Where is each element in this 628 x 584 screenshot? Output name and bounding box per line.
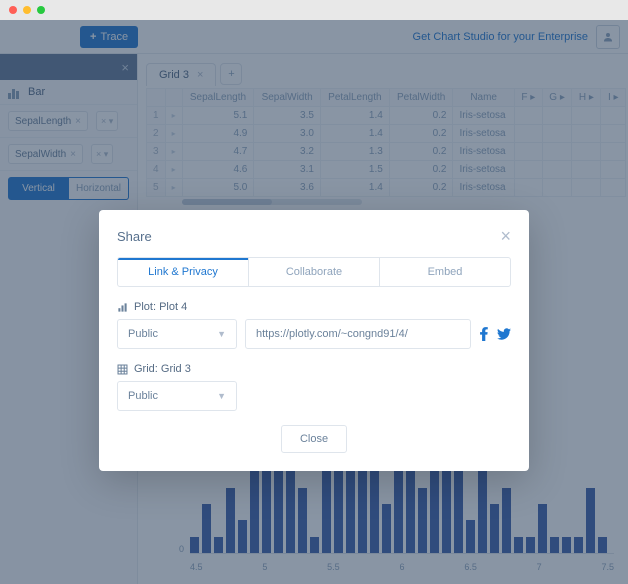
window-min-dot[interactable]: [23, 6, 31, 14]
share-modal: Share × Link & Privacy Collaborate Embed…: [99, 210, 529, 471]
plot-section-text: Plot: Plot 4: [134, 301, 187, 313]
plot-visibility-value: Public: [128, 328, 158, 340]
plot-visibility-dropdown[interactable]: Public ▼: [117, 319, 237, 349]
window-close-dot[interactable]: [9, 6, 17, 14]
plot-section-label: Plot: Plot 4: [117, 301, 511, 313]
chart-icon: [117, 302, 128, 313]
modal-overlay[interactable]: Share × Link & Privacy Collaborate Embed…: [0, 20, 628, 584]
window-max-dot[interactable]: [37, 6, 45, 14]
tab-link-privacy[interactable]: Link & Privacy: [118, 258, 248, 286]
grid-icon: [117, 364, 128, 375]
modal-tabs: Link & Privacy Collaborate Embed: [117, 257, 511, 287]
browser-titlebar: [0, 0, 628, 20]
modal-close-button[interactable]: Close: [281, 425, 347, 453]
grid-visibility-value: Public: [128, 390, 158, 402]
plot-url-field[interactable]: https://plotly.com/~congnd91/4/: [245, 319, 471, 349]
grid-visibility-dropdown[interactable]: Public ▼: [117, 381, 237, 411]
twitter-share-icon[interactable]: [497, 328, 511, 340]
grid-section-text: Grid: Grid 3: [134, 363, 191, 375]
chevron-down-icon: ▼: [217, 329, 226, 339]
chevron-down-icon: ▼: [217, 391, 226, 401]
grid-section-label: Grid: Grid 3: [117, 363, 511, 375]
tab-collaborate[interactable]: Collaborate: [248, 258, 379, 286]
facebook-share-icon[interactable]: [479, 327, 489, 341]
modal-title: Share: [117, 229, 152, 244]
tab-embed[interactable]: Embed: [379, 258, 510, 286]
modal-close-icon[interactable]: ×: [500, 226, 511, 247]
